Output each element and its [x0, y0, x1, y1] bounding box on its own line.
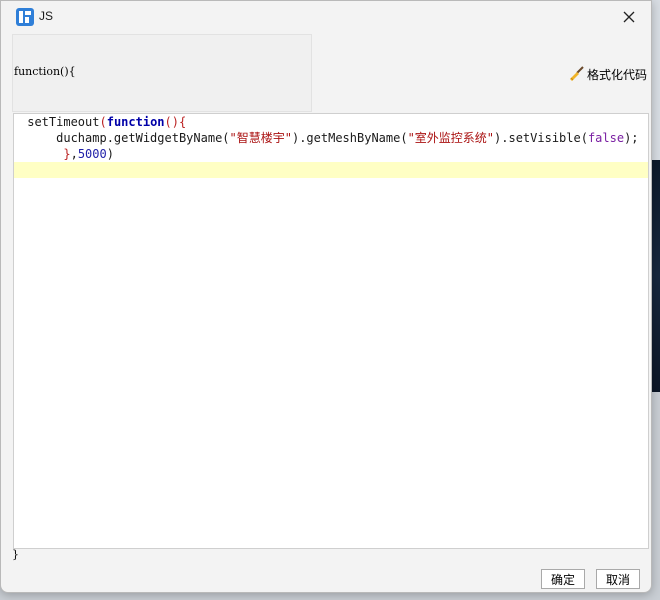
code-token: setTimeout [27, 115, 100, 129]
code-token: ) [106, 147, 114, 161]
close-icon [623, 11, 635, 23]
ok-button[interactable]: 确定 [541, 569, 585, 589]
code-token: ).getMeshByName( [291, 131, 408, 145]
code-token: false [587, 131, 625, 145]
code-token: ).setVisible( [494, 131, 588, 145]
code-token: "智慧楼宇" [229, 131, 292, 145]
title-bar: JS [1, 1, 651, 33]
js-editor-dialog: JS function(){ 格式化代码 setTimeout(function… [0, 0, 652, 593]
broom-icon [569, 66, 584, 81]
cancel-button[interactable]: 取消 [596, 569, 640, 589]
code-editor[interactable]: setTimeout(function(){ duchamp.getWidget… [13, 113, 649, 549]
code-token: ); [624, 131, 639, 145]
window-title: JS [39, 9, 54, 23]
function-signature: function(){ [14, 65, 76, 78]
code-token: (){ [164, 115, 187, 129]
app-logo-icon [16, 8, 34, 26]
code-token: 5000 [77, 147, 107, 161]
close-button[interactable] [609, 1, 649, 33]
code-token: , [70, 147, 78, 161]
function-closing: } [12, 548, 19, 561]
code-token: "室外监控系统" [407, 131, 495, 145]
format-code-button[interactable]: 格式化代码 [568, 64, 647, 84]
code-line: },5000) [20, 146, 114, 162]
code-line: setTimeout(function(){ [20, 114, 186, 130]
code-line: duchamp.getWidgetByName("智慧楼宇").getMeshB… [20, 130, 639, 146]
code-token: duchamp.getWidgetByName( [56, 131, 230, 145]
code-token: ( [99, 115, 107, 129]
format-code-label: 格式化代码 [586, 67, 647, 82]
code-token: } [63, 147, 71, 161]
active-line-highlight [14, 162, 648, 178]
code-token: function [106, 115, 165, 129]
